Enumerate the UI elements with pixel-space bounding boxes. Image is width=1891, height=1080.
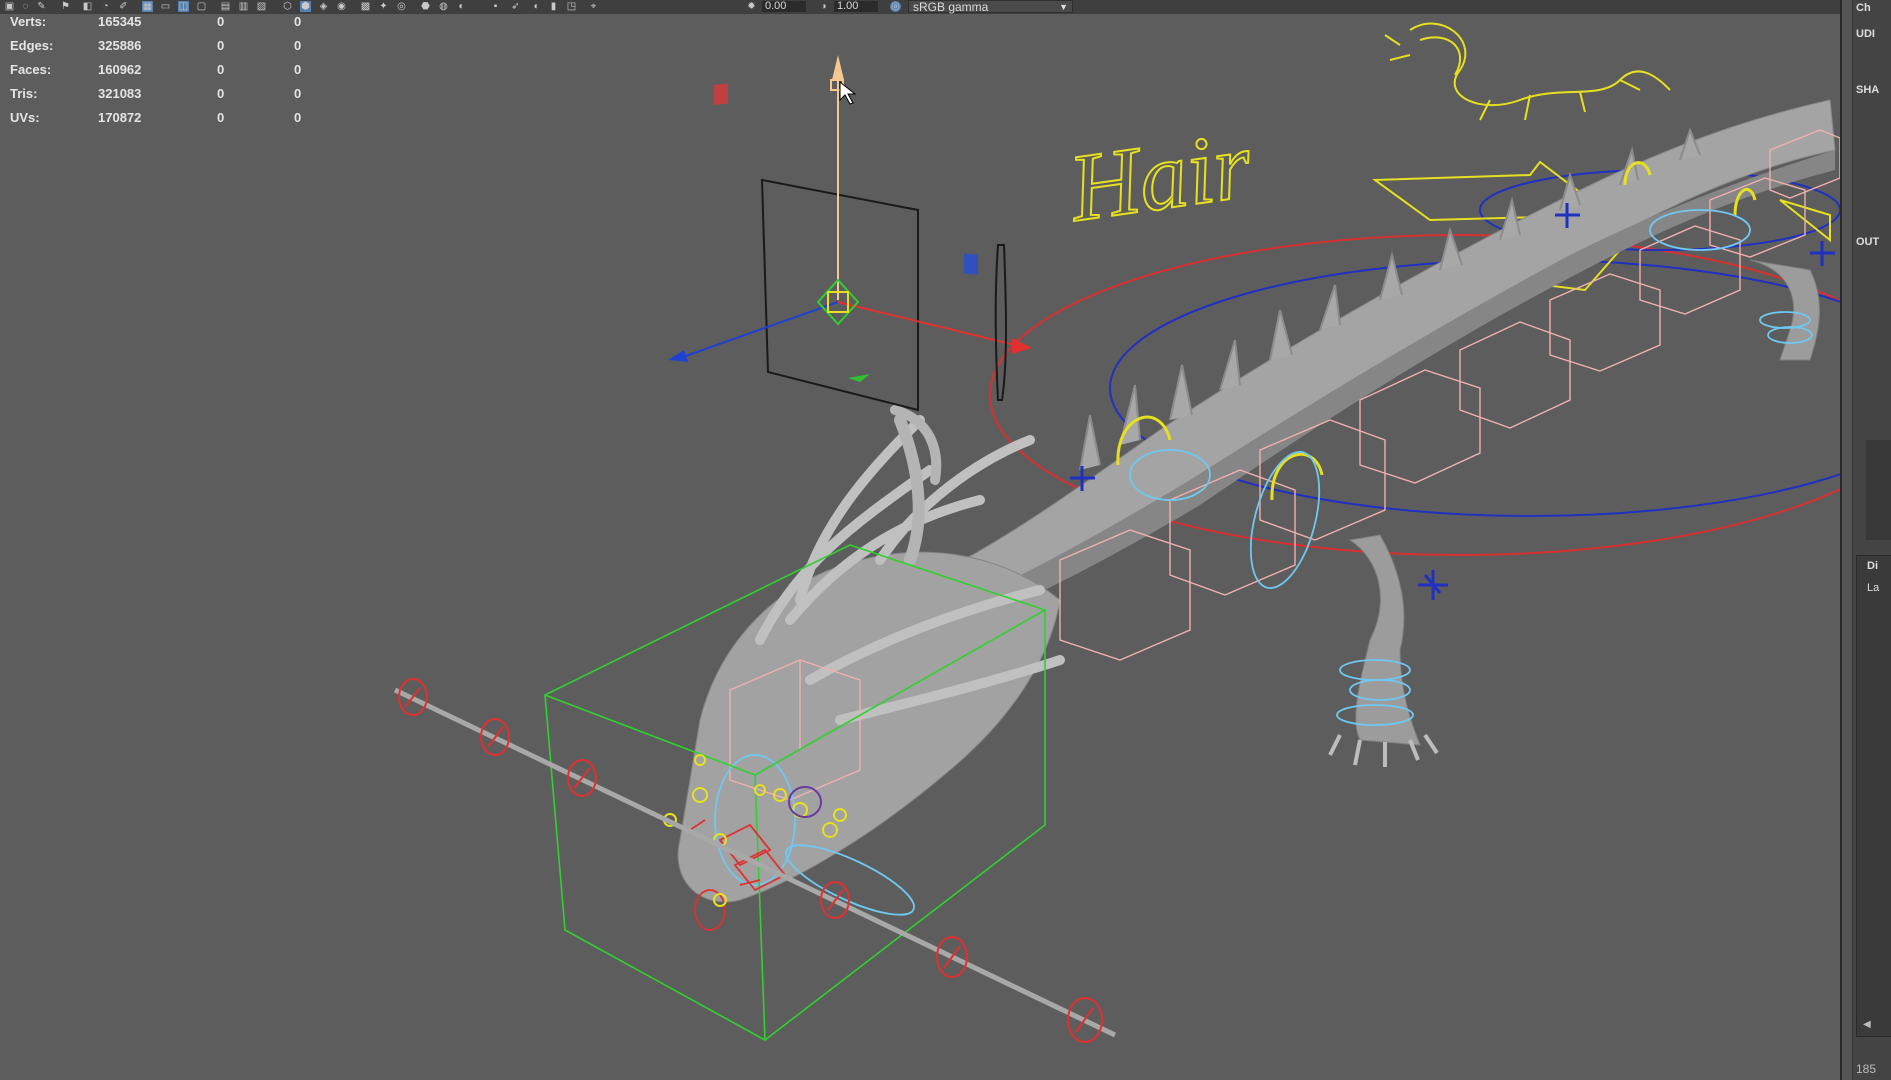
- scroll-left-icon[interactable]: ◀: [1863, 1019, 1871, 1030]
- hud-label: Faces:: [10, 62, 52, 77]
- mouse-cursor-icon: [839, 80, 857, 105]
- hud-total: 321083: [98, 86, 142, 101]
- panel-label: SHA: [1856, 84, 1880, 96]
- hud-selected: 0: [217, 110, 225, 125]
- hud-total: 170872: [98, 110, 142, 125]
- panel-label: Ch: [1856, 2, 1871, 14]
- hud-total: 160962: [98, 62, 142, 77]
- light-gizmo[interactable]: [668, 55, 1032, 412]
- hair-text-curve[interactable]: Hair: [1060, 109, 1259, 243]
- hud-selected-components: 0: [294, 110, 302, 125]
- panel-label: OUT: [1856, 236, 1880, 248]
- hud-label: Edges:: [10, 38, 54, 53]
- hud-total: 165345: [98, 14, 142, 29]
- hud-selected: 0: [217, 86, 225, 101]
- panel-field[interactable]: [1866, 440, 1891, 540]
- panel-splitter[interactable]: [1842, 0, 1853, 1080]
- hud-selected: 0: [217, 38, 225, 53]
- hud-selected-components: 0: [294, 14, 302, 29]
- hud-selected: 0: [217, 62, 225, 77]
- hud-label: UVs:: [10, 110, 40, 125]
- dragon-emblem-curve[interactable]: [1384, 22, 1671, 121]
- panel-label: La: [1867, 582, 1880, 594]
- scene-canvas[interactable]: Hair: [0, 0, 1840, 1080]
- current-frame: 185: [1856, 1062, 1877, 1076]
- panel-label: Di: [1867, 560, 1878, 572]
- hud-selected-components: 0: [294, 86, 302, 101]
- hud-selected: 0: [217, 14, 225, 29]
- hud-selected-components: 0: [294, 62, 302, 77]
- translate-x-handle[interactable]: [1012, 338, 1032, 354]
- hud-label: Tris:: [10, 86, 38, 101]
- display-layer-list[interactable]: Di La ◀: [1856, 555, 1891, 1037]
- dragon-mesh[interactable]: [677, 99, 1836, 903]
- attribute-editor-panel[interactable]: Ch UDI SHA OUT Di La ◀ 185: [1840, 0, 1891, 1080]
- hud-selected-components: 0: [294, 38, 302, 53]
- panel-label: UDI: [1856, 28, 1875, 40]
- translate-z-handle[interactable]: [668, 350, 688, 362]
- hud-label: Verts:: [10, 14, 47, 29]
- hud-total: 325886: [98, 38, 142, 53]
